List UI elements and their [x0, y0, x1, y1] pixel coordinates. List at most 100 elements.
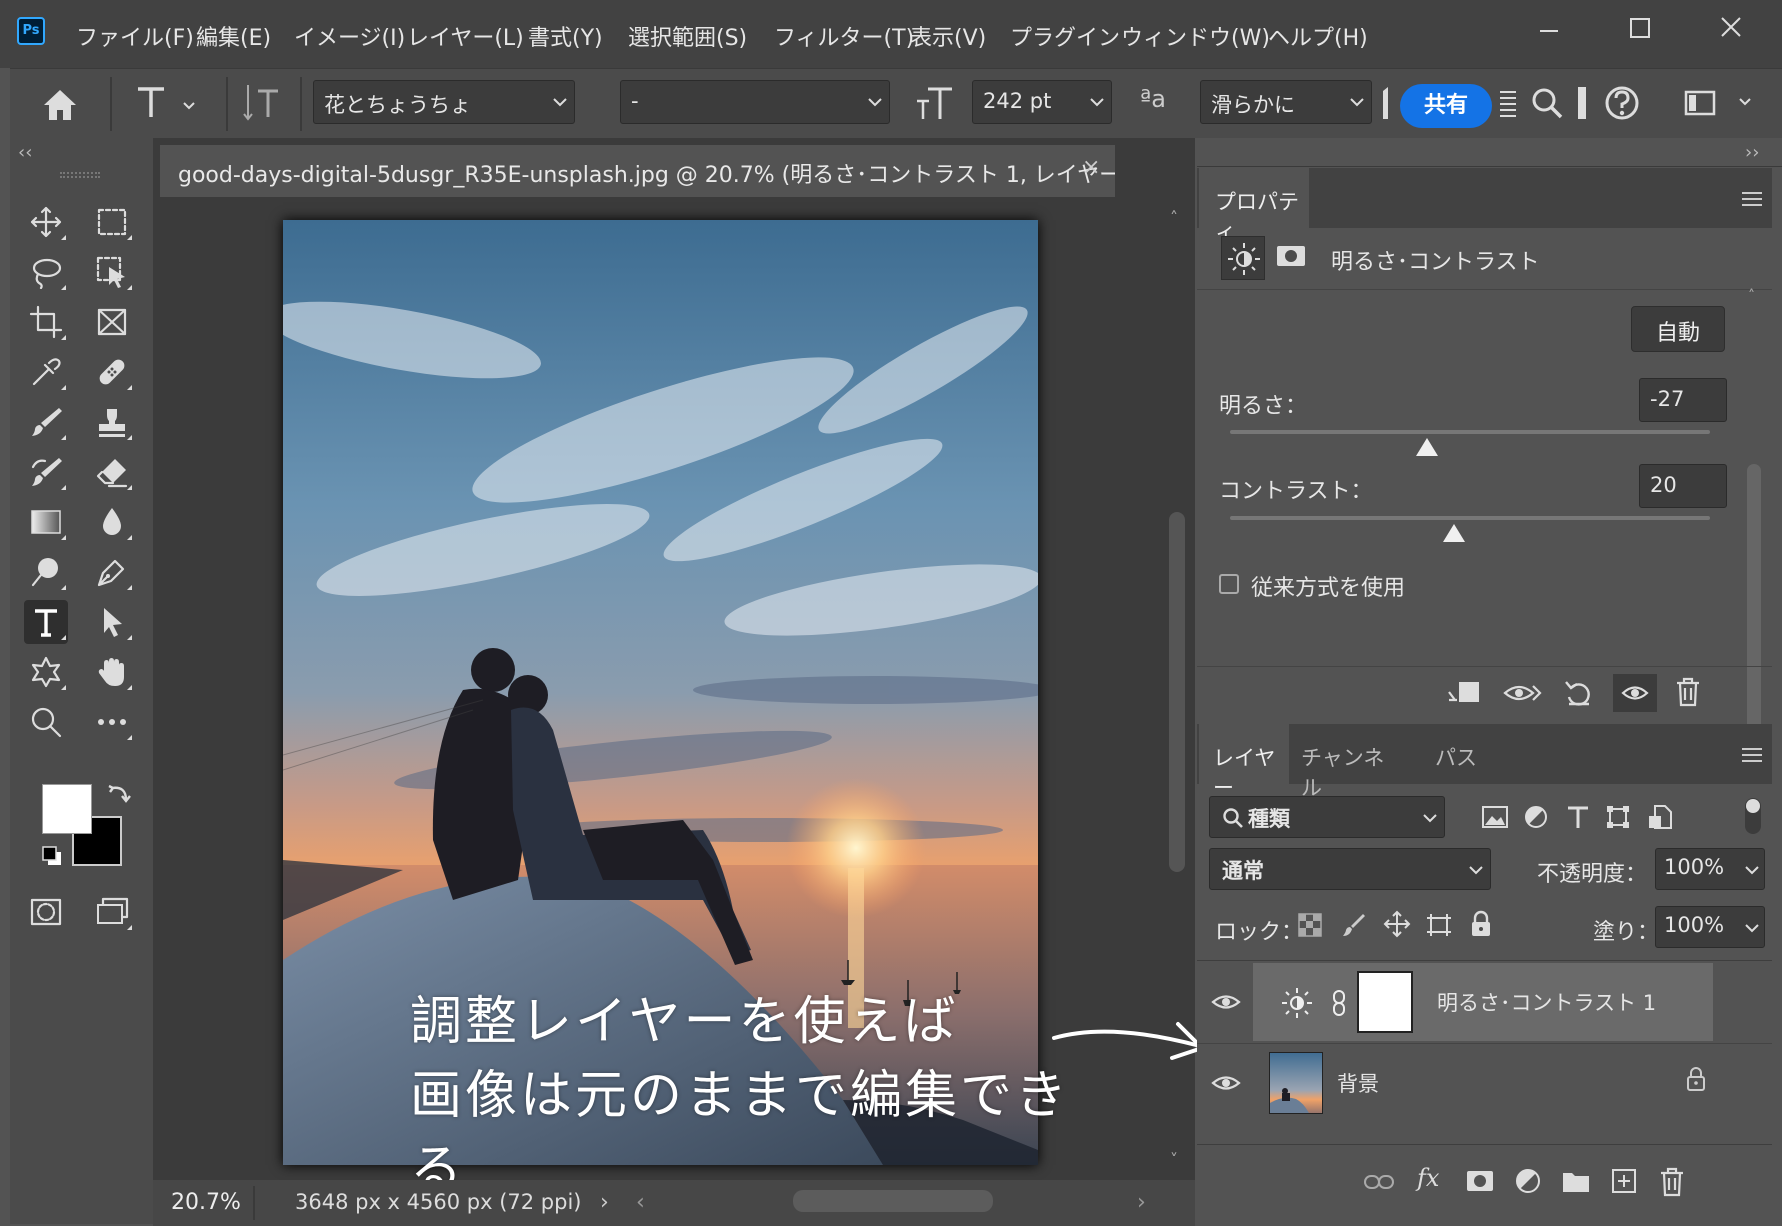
panel-menu-icon[interactable] [1741, 190, 1763, 208]
help-button[interactable] [1602, 83, 1642, 123]
menu-file[interactable]: ファイル(F) [76, 20, 194, 52]
status-menu-arrow-icon[interactable]: › [600, 1190, 609, 1215]
eraser-tool[interactable] [90, 450, 134, 494]
blend-mode-select[interactable]: 通常 [1209, 848, 1491, 890]
collapse-arrows-icon[interactable]: ‹‹ [18, 142, 32, 163]
tab-paths[interactable]: パス [1435, 724, 1495, 784]
opacity-field[interactable]: 100% [1655, 848, 1765, 890]
object-selection-tool[interactable] [90, 250, 134, 294]
fx-icon[interactable]: fx [1417, 1164, 1439, 1192]
clip-to-layer-button[interactable] [1445, 678, 1481, 708]
lasso-tool[interactable] [24, 250, 68, 294]
panel-toggle-icon[interactable] [1575, 83, 1589, 123]
contrast-input[interactable]: 20 [1639, 464, 1727, 508]
mask-icon[interactable] [1275, 242, 1307, 270]
delete-adjustment-button[interactable] [1673, 676, 1703, 708]
contrast-slider-thumb[interactable] [1443, 524, 1465, 542]
menu-image[interactable]: イメージ(I) [294, 20, 405, 52]
filter-smart-object-button[interactable] [1647, 804, 1673, 830]
filter-shape-button[interactable] [1605, 804, 1631, 830]
toggle-visibility-button[interactable] [1613, 674, 1657, 712]
layer-thumbnail[interactable] [1269, 1052, 1323, 1114]
zoom-level[interactable]: 20.7% [171, 1190, 241, 1215]
text-orientation-button[interactable] [240, 81, 284, 125]
layer-row[interactable]: 明るさ･コントラスト 1 [1197, 963, 1772, 1041]
shape-tool[interactable] [24, 650, 68, 694]
type-tool-preset[interactable] [132, 81, 212, 125]
path-selection-tool[interactable] [90, 600, 134, 644]
history-brush-tool[interactable] [24, 450, 68, 494]
layer-name[interactable]: 背景 [1337, 1068, 1379, 1098]
workspace-button[interactable] [1678, 83, 1758, 123]
properties-scrollbar[interactable]: ˄ ˅ [1743, 288, 1765, 798]
brightness-slider-thumb[interactable] [1415, 438, 1438, 456]
contrast-slider-track[interactable] [1230, 516, 1710, 520]
filter-type-button[interactable] [1565, 804, 1591, 830]
hand-tool[interactable] [90, 650, 134, 694]
tab-layers[interactable]: レイヤー [1199, 724, 1289, 800]
filter-toggle[interactable] [1745, 798, 1761, 834]
menu-plugins[interactable]: プラグイン [1010, 20, 1120, 52]
reset-button[interactable] [1563, 678, 1595, 708]
pen-tool[interactable] [90, 550, 134, 594]
filter-pixel-button[interactable] [1481, 804, 1509, 830]
swap-colors-button[interactable] [106, 782, 134, 810]
screen-mode-button[interactable] [90, 890, 134, 934]
marquee-tool[interactable] [90, 200, 134, 244]
new-group-button[interactable] [1561, 1168, 1591, 1194]
menu-window[interactable]: ウィンドウ(W) [1121, 20, 1270, 52]
brush-tool[interactable] [24, 400, 68, 444]
lock-artboard-button[interactable] [1425, 912, 1453, 938]
link-layers-button[interactable] [1363, 1170, 1395, 1194]
scroll-left-icon[interactable]: ‹ [636, 1190, 645, 1215]
horizontal-scroll-thumb[interactable] [793, 1190, 993, 1212]
legacy-checkbox[interactable] [1219, 574, 1239, 594]
close-tab-button[interactable]: × [1082, 155, 1104, 181]
lock-position-button[interactable] [1383, 910, 1411, 938]
align-left-icon[interactable] [1378, 83, 1392, 123]
new-layer-button[interactable] [1609, 1166, 1639, 1196]
tab-channels[interactable]: チャンネル [1301, 724, 1401, 800]
font-size-field[interactable]: 242 pt [972, 80, 1112, 124]
layer-row[interactable]: 背景 [1197, 1043, 1772, 1121]
close-window-button[interactable] [1712, 14, 1752, 44]
menu-filter[interactable]: フィルター(T) [774, 20, 914, 52]
type-tool[interactable] [24, 600, 68, 644]
quick-mask-button[interactable] [24, 890, 68, 934]
scroll-right-icon[interactable]: › [1137, 1190, 1146, 1215]
move-tool[interactable] [24, 200, 68, 244]
antialias-select[interactable]: 滑らかに [1200, 80, 1372, 124]
frame-tool[interactable] [90, 300, 134, 344]
search-button[interactable] [1528, 83, 1568, 123]
lock-all-button[interactable] [1469, 910, 1493, 938]
brightness-input[interactable]: -27 [1639, 378, 1727, 422]
scroll-thumb[interactable] [1169, 512, 1185, 872]
minimize-button[interactable] [1530, 18, 1570, 48]
menu-view[interactable]: 表示(V) [910, 20, 986, 52]
vertical-scrollbar[interactable]: ˄ ˅ [1162, 200, 1192, 1180]
new-adjustment-button[interactable] [1513, 1166, 1543, 1196]
panel-menu-icon[interactable] [1741, 746, 1763, 764]
delete-layer-button[interactable] [1657, 1166, 1687, 1198]
brightness-adjust-icon[interactable] [1221, 236, 1265, 280]
layer-filter-select[interactable]: 種類 [1209, 796, 1445, 838]
app-logo[interactable]: Ps [17, 17, 45, 45]
expand-arrows-icon[interactable]: ›› [1745, 142, 1759, 163]
menu-layer[interactable]: レイヤー(L) [407, 20, 524, 52]
menu-edit[interactable]: 編集(E) [196, 20, 271, 52]
layer-visibility-toggle[interactable] [1211, 1068, 1241, 1098]
dodge-tool[interactable] [24, 550, 68, 594]
layer-name[interactable]: 明るさ･コントラスト 1 [1437, 987, 1656, 1017]
maximize-button[interactable] [1620, 14, 1660, 44]
clone-stamp-tool[interactable] [90, 400, 134, 444]
fill-field[interactable]: 100% [1655, 906, 1765, 948]
eyedropper-tool[interactable] [24, 350, 68, 394]
menu-help[interactable]: ヘルプ(H) [1268, 20, 1368, 52]
layer-mask-thumbnail[interactable] [1357, 971, 1413, 1033]
home-button[interactable] [40, 85, 80, 125]
share-button[interactable]: 共有 [1400, 84, 1492, 128]
menu-select[interactable]: 選択範囲(S) [628, 20, 747, 52]
tab-properties[interactable]: プロパティ [1199, 168, 1309, 244]
lock-transparent-button[interactable] [1297, 912, 1323, 938]
more-tools[interactable] [90, 700, 134, 744]
